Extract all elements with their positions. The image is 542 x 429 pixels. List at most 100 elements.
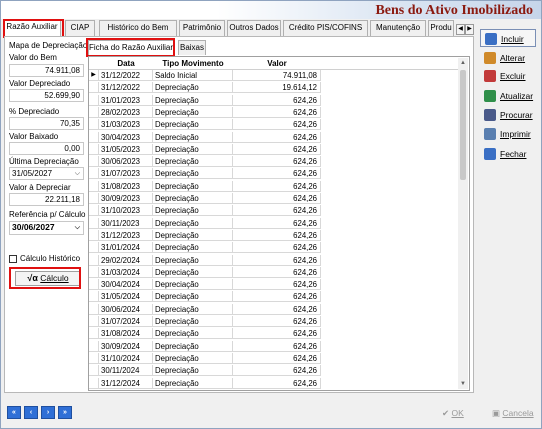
cell-tipo-movimento: Depreciação (153, 254, 233, 266)
table-row[interactable]: 31/12/2023 Depreciação 624,26 (89, 229, 321, 241)
first-record-icon[interactable]: « (7, 406, 21, 419)
referencia-date-picker[interactable]: 30/06/2027 ⌵ (9, 221, 84, 235)
fechar-button[interactable]: Fechar (480, 145, 536, 163)
chevron-down-icon: ⌵ (74, 224, 80, 231)
tab-ciap[interactable]: CIAP (65, 20, 95, 36)
scroll-up-icon[interactable]: ▲ (458, 58, 468, 68)
scroll-down-icon[interactable]: ▼ (458, 379, 468, 389)
scroll-thumb[interactable] (460, 70, 466, 180)
summary-panel: Mapa de Depreciação Valor do Bem 74.911,… (4, 37, 88, 337)
table-row[interactable]: 31/12/2024 Depreciação 624,26 (89, 377, 321, 389)
cell-tipo-movimento: Depreciação (153, 266, 233, 278)
ok-button-label: OK (451, 408, 464, 418)
printer-icon (484, 128, 496, 140)
atualizar-button[interactable]: Atualizar (480, 87, 536, 105)
row-indicator (89, 316, 99, 327)
table-row[interactable]: 30/06/2023 Depreciação 624,26 (89, 156, 321, 168)
cell-valor: 624,26 (233, 180, 321, 192)
procurar-button[interactable]: Procurar (480, 106, 536, 124)
tab-scroll-left-icon[interactable]: ◀ (456, 24, 465, 35)
table-row[interactable]: 31/05/2023 Depreciação 624,26 (89, 143, 321, 155)
table-row[interactable]: 31/05/2024 Depreciação 624,26 (89, 291, 321, 303)
vertical-scrollbar[interactable]: ▲ ▼ (458, 58, 468, 389)
table-row[interactable]: 31/10/2023 Depreciação 624,26 (89, 205, 321, 217)
col-header-data[interactable]: Data (99, 57, 153, 70)
last-record-icon[interactable]: » (58, 406, 72, 419)
table-row[interactable]: 31/12/2022 Depreciação 19.614,12 (89, 82, 321, 94)
excluir-button[interactable]: Excluir (480, 67, 536, 85)
cell-data: 30/11/2023 (99, 217, 153, 229)
table-row[interactable]: 31/01/2024 Depreciação 624,26 (89, 242, 321, 254)
cell-valor: 624,26 (233, 365, 321, 377)
tab-outros-dados[interactable]: Outros Dados (227, 20, 281, 36)
table-row[interactable]: 30/09/2023 Depreciação 624,26 (89, 193, 321, 204)
tab-produ[interactable]: Produ (428, 20, 454, 36)
row-indicator (89, 340, 99, 352)
table-row[interactable]: 31/01/2023 Depreciação 624,26 (89, 94, 321, 106)
table-row[interactable]: 30/11/2024 Depreciação 624,26 (89, 365, 321, 377)
table-row[interactable]: 31/08/2024 Depreciação 624,26 (89, 328, 321, 340)
table-row[interactable]: 31/08/2023 Depreciação 624,26 (89, 180, 321, 192)
cell-valor: 624,26 (233, 303, 321, 315)
alterar-button[interactable]: Alterar (480, 49, 536, 67)
table-row[interactable]: 30/04/2023 Depreciação 624,26 (89, 131, 321, 143)
imprimir-button[interactable]: Imprimir (480, 125, 536, 143)
cell-valor: 624,26 (233, 106, 321, 118)
tab-patrimonio[interactable]: Patrimônio (179, 20, 225, 36)
tab-historico-do-bem[interactable]: Histórico do Bem (99, 20, 177, 36)
ultima-depreciacao-select[interactable]: 31/05/2027 ⌵ (9, 167, 84, 180)
cell-data: 30/06/2023 (99, 156, 153, 168)
window-title: Bens do Ativo Imobilizado (375, 3, 533, 18)
tab-credito-pis-cofins[interactable]: Crédito PIS/COFINS (283, 20, 368, 36)
table-row[interactable]: 31/07/2024 Depreciação 624,26 (89, 316, 321, 327)
calculo-button[interactable]: √α Cálculo (15, 271, 81, 286)
cancel-icon: ▣ (492, 408, 501, 418)
col-header-valor[interactable]: Valor (233, 57, 321, 70)
table-row[interactable]: 31/10/2024 Depreciação 624,26 (89, 352, 321, 364)
tab-baixas[interactable]: Baixas (178, 40, 206, 55)
cell-tipo-movimento: Depreciação (153, 365, 233, 377)
cell-valor: 624,26 (233, 193, 321, 204)
table-row[interactable]: 31/07/2023 Depreciação 624,26 (89, 168, 321, 180)
title-bar: Bens do Ativo Imobilizado (1, 1, 541, 19)
tab-scroll-right-icon[interactable]: ▶ (465, 24, 474, 35)
next-record-icon[interactable]: › (41, 406, 55, 419)
cell-valor: 624,26 (233, 266, 321, 278)
table-row[interactable]: 31/03/2023 Depreciação 624,26 (89, 119, 321, 131)
close-door-icon (484, 148, 496, 160)
refresh-icon (484, 90, 496, 102)
col-header-tipo-movimento[interactable]: Tipo Movimento (153, 57, 233, 70)
cancel-button[interactable]: ▣ Cancela (492, 405, 534, 422)
table-row[interactable]: 30/06/2024 Depreciação 624,26 (89, 303, 321, 315)
fechar-button-label: Fechar (500, 149, 527, 159)
tab-manutencao[interactable]: Manutenção (370, 20, 426, 36)
cell-tipo-movimento: Depreciação (153, 291, 233, 303)
incluir-button[interactable]: Incluir (480, 29, 536, 47)
row-indicator (89, 143, 99, 155)
cell-valor: 624,26 (233, 205, 321, 217)
table-row[interactable]: 29/02/2024 Depreciação 624,26 (89, 254, 321, 266)
cell-valor: 624,26 (233, 279, 321, 291)
main-tab-strip: Razão Auxiliar CIAP Histórico do Bem Pat… (3, 19, 475, 37)
valor-depreciado-label: Valor Depreciado (9, 79, 71, 88)
row-indicator (89, 180, 99, 192)
prior-record-icon[interactable]: ‹ (24, 406, 38, 419)
table-row[interactable]: ▶ 31/12/2022 Saldo Inicial 74.911,08 (89, 70, 321, 81)
cell-tipo-movimento: Depreciação (153, 242, 233, 254)
cell-tipo-movimento: Saldo Inicial (153, 70, 233, 81)
table-row[interactable]: 30/11/2023 Depreciação 624,26 (89, 217, 321, 229)
tab-razao-auxiliar[interactable]: Razão Auxiliar (3, 19, 61, 37)
calculo-historico-checkbox[interactable] (9, 255, 17, 263)
edit-pencil-icon (484, 52, 496, 64)
table-row[interactable]: 30/04/2024 Depreciação 624,26 (89, 279, 321, 291)
valor-depreciado-field: 52.699,90 (9, 89, 84, 102)
table-row[interactable]: 31/03/2024 Depreciação 624,26 (89, 266, 321, 278)
tab-ficha-razao-auxiliar[interactable]: Ficha do Razão Auxiliar (88, 40, 174, 55)
table-row[interactable]: 30/09/2024 Depreciação 624,26 (89, 340, 321, 352)
cell-valor: 624,26 (233, 156, 321, 168)
table-row[interactable]: 28/02/2023 Depreciação 624,26 (89, 106, 321, 118)
ok-button[interactable]: ✔ OK (442, 405, 464, 422)
cell-tipo-movimento: Depreciação (153, 94, 233, 106)
mapa-depreciacao-label: Mapa de Depreciação (9, 41, 88, 50)
cell-data: 31/10/2023 (99, 205, 153, 217)
